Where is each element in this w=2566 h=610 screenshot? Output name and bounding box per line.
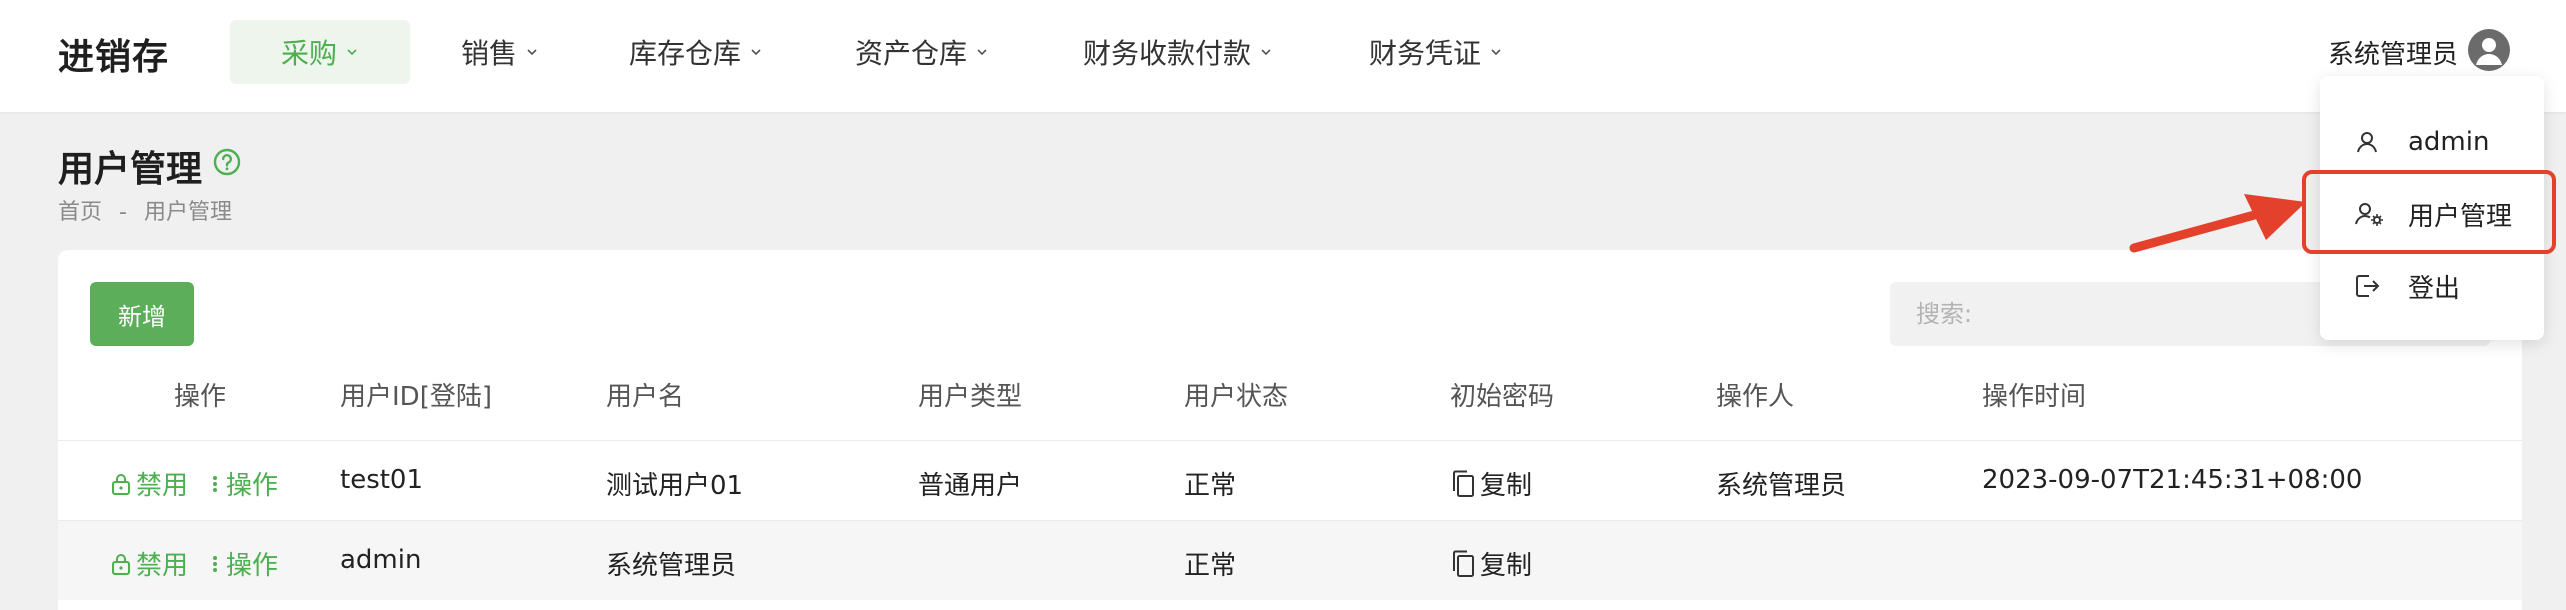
nav-item-purchase[interactable]: 采购 bbox=[230, 20, 410, 84]
avatar[interactable] bbox=[2468, 29, 2510, 71]
disable-button[interactable]: 禁用 bbox=[110, 545, 188, 582]
cell-operator: 系统管理员 bbox=[1716, 471, 1847, 501]
more-actions-label: 操作 bbox=[226, 471, 279, 501]
cell-user-id: admin bbox=[340, 545, 422, 575]
cell-operation-time: 2023-09-07T21:45:31+08:00 bbox=[1982, 465, 2363, 495]
highlight-box bbox=[2302, 170, 2556, 254]
page-title: 用户管理 bbox=[58, 149, 203, 190]
chevron-down-icon bbox=[347, 49, 357, 56]
dropdown-item-logout[interactable]: 登出 bbox=[2320, 250, 2544, 322]
current-user-name[interactable]: 系统管理员 bbox=[2328, 34, 2458, 71]
dropdown-item-admin[interactable]: admin bbox=[2320, 106, 2544, 178]
column-header-user-status: 用户状态 bbox=[1184, 382, 1289, 412]
column-header-user-type: 用户类型 bbox=[918, 382, 1023, 412]
cell-user-id: test01 bbox=[340, 465, 424, 495]
chevron-down-icon bbox=[751, 49, 761, 56]
table-row: 禁用 操作 test01 测试用户01 普通用户 正常 复制 系统管理员 202… bbox=[58, 440, 2522, 520]
dropdown-item-label: admin bbox=[2408, 127, 2490, 157]
column-header-user-id: 用户ID[登陆] bbox=[340, 382, 492, 412]
cell-username: 系统管理员 bbox=[606, 551, 737, 581]
disable-label: 禁用 bbox=[136, 551, 189, 581]
nav-item-label: 财务凭证 bbox=[1368, 37, 1481, 70]
help-icon[interactable] bbox=[212, 147, 242, 177]
cell-user-type: 普通用户 bbox=[918, 471, 1023, 501]
nav-item-assets[interactable]: 资产仓库 bbox=[838, 20, 1006, 84]
breadcrumb-home[interactable]: 首页 bbox=[58, 200, 102, 225]
cell-user-status: 正常 bbox=[1184, 551, 1237, 581]
column-header-username: 用户名 bbox=[606, 382, 685, 412]
copy-label: 复制 bbox=[1480, 551, 1533, 581]
nav-item-label: 销售 bbox=[460, 37, 517, 70]
logout-icon bbox=[2356, 275, 2380, 297]
chevron-down-icon bbox=[1491, 49, 1501, 56]
nav-item-label: 采购 bbox=[280, 37, 337, 70]
copy-password-button[interactable]: 复制 bbox=[1450, 545, 1532, 582]
nav-item-finance-vouchers[interactable]: 财务凭证 bbox=[1352, 20, 1520, 84]
copy-icon bbox=[1453, 470, 1474, 497]
chevron-down-icon bbox=[1261, 49, 1271, 56]
disable-label: 禁用 bbox=[136, 471, 189, 501]
nav-item-label: 财务收款付款 bbox=[1082, 37, 1251, 70]
more-actions-button[interactable]: 操作 bbox=[208, 545, 278, 582]
table-row: 禁用 操作 admin 系统管理员 正常 复制 bbox=[58, 520, 2522, 600]
lock-icon bbox=[112, 473, 130, 495]
breadcrumb: 首页 - 用户管理 bbox=[58, 194, 242, 226]
add-user-button[interactable]: 新增 bbox=[90, 282, 194, 346]
copy-label: 复制 bbox=[1480, 471, 1533, 501]
app-brand: 进销存 bbox=[58, 37, 170, 78]
cell-user-status: 正常 bbox=[1184, 471, 1237, 501]
column-header-operation-time: 操作时间 bbox=[1982, 382, 2087, 412]
more-vertical-icon bbox=[213, 475, 217, 492]
user-icon bbox=[2357, 132, 2377, 153]
nav-item-inventory[interactable]: 库存仓库 bbox=[612, 20, 780, 84]
breadcrumb-separator: - bbox=[119, 200, 127, 225]
column-header-initial-password: 初始密码 bbox=[1450, 382, 1555, 412]
chevron-down-icon bbox=[527, 49, 537, 56]
cell-username: 测试用户01 bbox=[606, 471, 744, 501]
user-avatar-icon bbox=[2476, 38, 2502, 65]
nav-item-label: 资产仓库 bbox=[854, 37, 967, 70]
more-actions-button[interactable]: 操作 bbox=[208, 465, 278, 502]
nav-item-label: 库存仓库 bbox=[628, 37, 741, 70]
more-actions-label: 操作 bbox=[226, 551, 279, 581]
nav-item-sales[interactable]: 销售 bbox=[440, 20, 560, 84]
top-navbar: 进销存 采购 销售 库存仓库 资产仓库 财务收款付款 财务凭证 系统管理员 bbox=[0, 0, 2566, 112]
more-vertical-icon bbox=[213, 555, 217, 572]
column-header-actions: 操作 bbox=[174, 382, 227, 412]
chevron-down-icon bbox=[977, 49, 987, 56]
copy-icon bbox=[1453, 550, 1474, 577]
disable-button[interactable]: 禁用 bbox=[110, 465, 188, 502]
dropdown-item-label: 登出 bbox=[2408, 273, 2461, 304]
users-card: 新增 操作 用户ID[登陆] 用户名 用户类型 用户状态 初始密码 操作人 操作… bbox=[58, 250, 2522, 610]
copy-password-button[interactable]: 复制 bbox=[1450, 465, 1532, 502]
lock-icon bbox=[112, 553, 130, 575]
column-header-operator: 操作人 bbox=[1716, 382, 1795, 412]
pointer-arrow-icon bbox=[2129, 194, 2306, 253]
breadcrumb-current: 用户管理 bbox=[143, 200, 232, 225]
nav-item-finance-payments[interactable]: 财务收款付款 bbox=[1066, 20, 1290, 84]
